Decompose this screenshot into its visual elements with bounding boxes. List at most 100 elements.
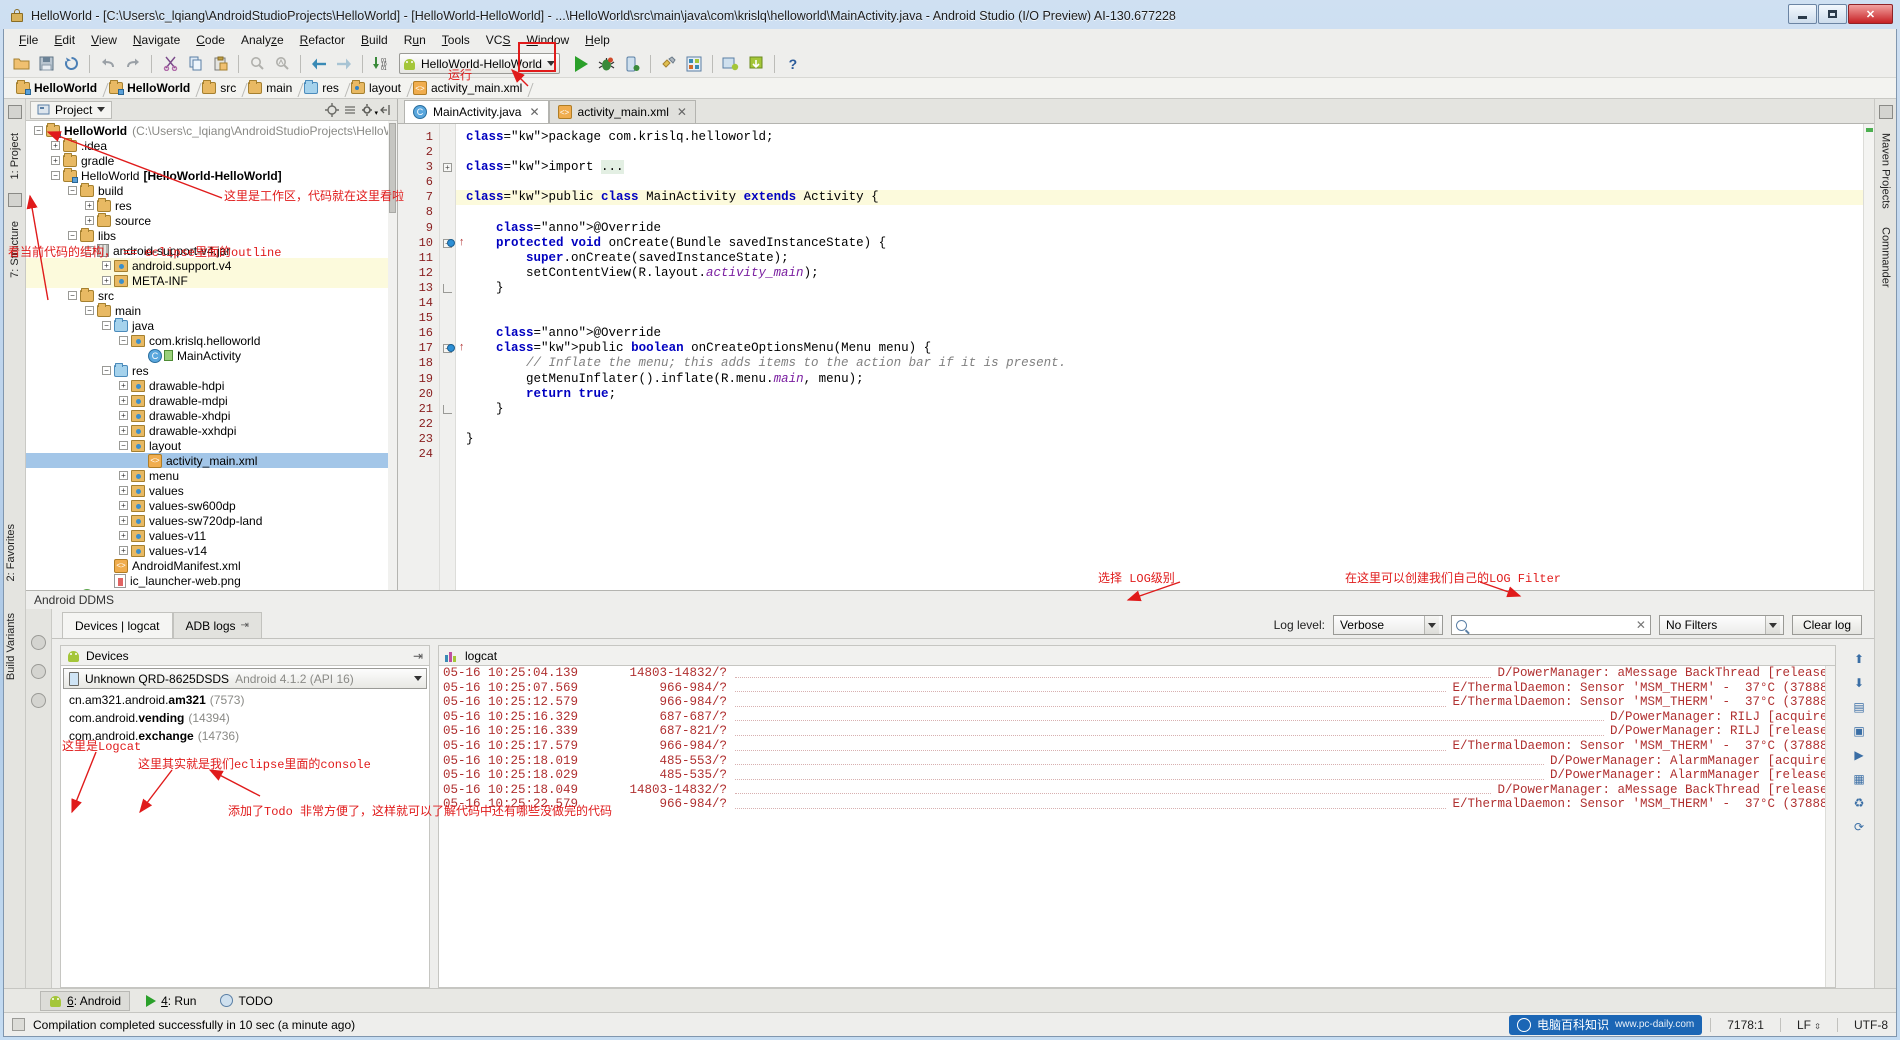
sidebar-item-structure[interactable]: 7: Structure	[7, 217, 23, 282]
cut-icon[interactable]	[159, 53, 181, 75]
logcat-search-input[interactable]: ✕	[1450, 615, 1651, 635]
menu-item-edit[interactable]: Edit	[47, 31, 82, 49]
chevron-down-icon[interactable]	[414, 676, 422, 681]
clear-log-button[interactable]: Clear log	[1791, 615, 1862, 635]
attach-debugger-icon[interactable]	[621, 53, 643, 75]
back-icon[interactable]	[308, 53, 330, 75]
code-line[interactable]	[456, 447, 1874, 462]
hide-panel-icon[interactable]	[379, 103, 393, 117]
logcat-line[interactable]: 05-16 10:25:22.579 966-984/? E/ThermalDaem…	[439, 797, 1835, 812]
expand-icon[interactable]: +	[102, 261, 111, 270]
logcat-line[interactable]: 05-16 10:25:18.019 485-553/? D/PowerManage…	[439, 754, 1835, 769]
expand-icon[interactable]: +	[119, 381, 128, 390]
tree-node-res[interactable]: + res	[26, 197, 397, 213]
expand-icon[interactable]: +	[119, 426, 128, 435]
code-line[interactable]	[456, 205, 1874, 220]
code-line[interactable]	[456, 296, 1874, 311]
tree-node-values-sw600dp[interactable]: + values-sw600dp	[26, 498, 397, 513]
close-button[interactable]: ✕	[1848, 4, 1893, 24]
detach-icon[interactable]: ⇥	[241, 620, 249, 631]
far-left-rail[interactable]: 2: Favorites Build Variants	[3, 520, 25, 685]
code-line[interactable]: return true;	[456, 387, 1874, 402]
video-icon[interactable]: ▶	[1851, 747, 1868, 762]
tree-node-values-sw720dp-land[interactable]: + values-sw720dp-land	[26, 513, 397, 528]
tree-node-values-v11[interactable]: + values-v11	[26, 528, 397, 543]
logcat-line[interactable]: 05-16 10:25:12.579 966-984/? E/ThermalDaem…	[439, 695, 1835, 710]
breadcrumb-item-helloworld[interactable]: HelloWorld	[105, 80, 198, 95]
breakpoint-icon[interactable]	[447, 238, 455, 247]
code-line[interactable]: protected void onCreate(Bundle savedInst…	[456, 236, 1874, 251]
logcat-tool-rail[interactable]: ⬆ ⬇ ▤ ▣ ▶ ▦ ♻ ⟳	[1844, 645, 1874, 988]
fold-cell[interactable]: +	[440, 160, 455, 175]
editor-tab-mainactivity-java[interactable]: C MainActivity.java ✕	[404, 100, 549, 123]
code-line[interactable]: class="anno">@Override	[456, 221, 1874, 236]
tree-node-com-krislq-helloworld[interactable]: − com.krislq.helloworld	[26, 333, 397, 348]
settings-gear-icon[interactable]: ▾	[361, 103, 378, 117]
project-panel-header[interactable]: Project ▾	[26, 99, 397, 121]
tree-node-build-gradle[interactable]: build.gradle	[26, 588, 397, 590]
fold-toggle-icon[interactable]: +	[443, 163, 452, 173]
process-row[interactable]: com.android.vending (14394)	[61, 709, 429, 727]
structure-rail-icon[interactable]	[7, 193, 22, 208]
redo-icon[interactable]	[122, 53, 144, 75]
clear-search-icon[interactable]: ✕	[1636, 618, 1646, 632]
menu-item-tools[interactable]: Tools	[435, 31, 477, 49]
expand-icon[interactable]: +	[102, 276, 111, 285]
collapse-icon[interactable]: −	[102, 321, 111, 330]
screenshot-icon[interactable]: ▣	[1851, 723, 1868, 738]
copy-icon[interactable]	[184, 53, 206, 75]
run-button[interactable]	[571, 53, 593, 75]
logcat-line[interactable]: 05-16 10:25:04.139 14803-14832/? D/PowerMa…	[439, 666, 1835, 681]
restart-icon[interactable]: ⟳	[1851, 819, 1868, 834]
collapse-icon[interactable]: −	[85, 246, 94, 255]
ddms-left-rail[interactable]	[26, 609, 52, 988]
breadcrumb-item-res[interactable]: res	[300, 80, 347, 95]
logcat-line[interactable]: 05-16 10:25:16.329 687-687/? D/PowerManage…	[439, 710, 1835, 725]
log-level-select[interactable]: Verbose	[1332, 615, 1443, 635]
tree-node-activity-main-xml[interactable]: <> activity_main.xml	[26, 453, 397, 468]
right-tool-rail[interactable]: Maven Projects Commander	[1874, 99, 1896, 988]
logcat-line[interactable]: 05-16 10:25:18.049 14803-14832/? D/PowerMa…	[439, 783, 1835, 798]
caret-position[interactable]: 7178:1	[1719, 1018, 1772, 1032]
project-tree[interactable]: − HelloWorld (C:\Users\c_lqiang\AndroidStu…	[26, 121, 397, 590]
toolwindow-button-todo[interactable]: TODO	[212, 992, 280, 1010]
breadcrumb-item-helloworld[interactable]: HelloWorld	[12, 80, 105, 95]
expand-icon[interactable]: +	[119, 546, 128, 555]
menu-item-file[interactable]: File	[12, 31, 45, 49]
menu-item-build[interactable]: Build	[354, 31, 395, 49]
collapse-icon[interactable]: −	[34, 126, 43, 135]
menu-item-view[interactable]: View	[84, 31, 124, 49]
tree-node-drawable-hdpi[interactable]: + drawable-hdpi	[26, 378, 397, 393]
code-line[interactable]	[456, 311, 1874, 326]
sdk-manager-icon[interactable]	[683, 53, 705, 75]
help-icon[interactable]: ?	[782, 53, 804, 75]
minimize-button[interactable]	[1788, 4, 1817, 24]
devices-list[interactable]: Unknown QRD-8625DSDS Android 4.1.2 (API …	[60, 665, 430, 988]
code-line[interactable]: super.onCreate(savedInstanceState);	[456, 251, 1874, 266]
tree-node-gradle[interactable]: + gradle	[26, 152, 397, 168]
tree-node-menu[interactable]: + menu	[26, 468, 397, 483]
tree-node-src[interactable]: − src	[26, 287, 397, 303]
collapse-icon[interactable]: −	[68, 186, 77, 195]
save-all-icon[interactable]	[35, 53, 57, 75]
editor-tab-activity-main-xml[interactable]: <> activity_main.xml ✕	[548, 100, 696, 123]
code-folding-column[interactable]: +−−	[440, 124, 456, 590]
logcat-line[interactable]: 05-16 10:25:07.569 966-984/? E/ThermalDaem…	[439, 681, 1835, 696]
device-selector[interactable]: Unknown QRD-8625DSDS Android 4.1.2 (API …	[63, 668, 427, 689]
fold-cell[interactable]	[440, 402, 455, 417]
target-icon[interactable]	[325, 102, 339, 117]
dump-icon[interactable]: ▦	[1851, 771, 1868, 786]
logcat-line[interactable]: 05-16 10:25:18.029 485-535/? D/PowerManage…	[439, 768, 1835, 783]
clear-icon[interactable]: ▤	[1851, 699, 1868, 714]
tree-node-helloworld[interactable]: − HelloWorld (C:\Users\c_lqiang\AndroidStu…	[26, 122, 397, 138]
toolwindow-button-6--android[interactable]: 6: Android	[40, 990, 131, 1011]
gc-icon[interactable]: ♻	[1851, 795, 1868, 810]
update-project-icon[interactable]: 01 10 01	[370, 53, 392, 75]
sidebar-item-maven-projects[interactable]: Maven Projects	[1878, 129, 1894, 213]
collapse-icon[interactable]: −	[102, 366, 111, 375]
collapse-icon[interactable]: −	[119, 336, 128, 345]
menu-bar[interactable]: File Edit View Navigate Code Analyze Refactor B…	[4, 29, 1896, 50]
sync-icon[interactable]	[60, 53, 82, 75]
chevron-down-icon[interactable]	[1764, 616, 1780, 634]
process-row[interactable]: cn.am321.android.am321 (7573)	[61, 691, 429, 709]
